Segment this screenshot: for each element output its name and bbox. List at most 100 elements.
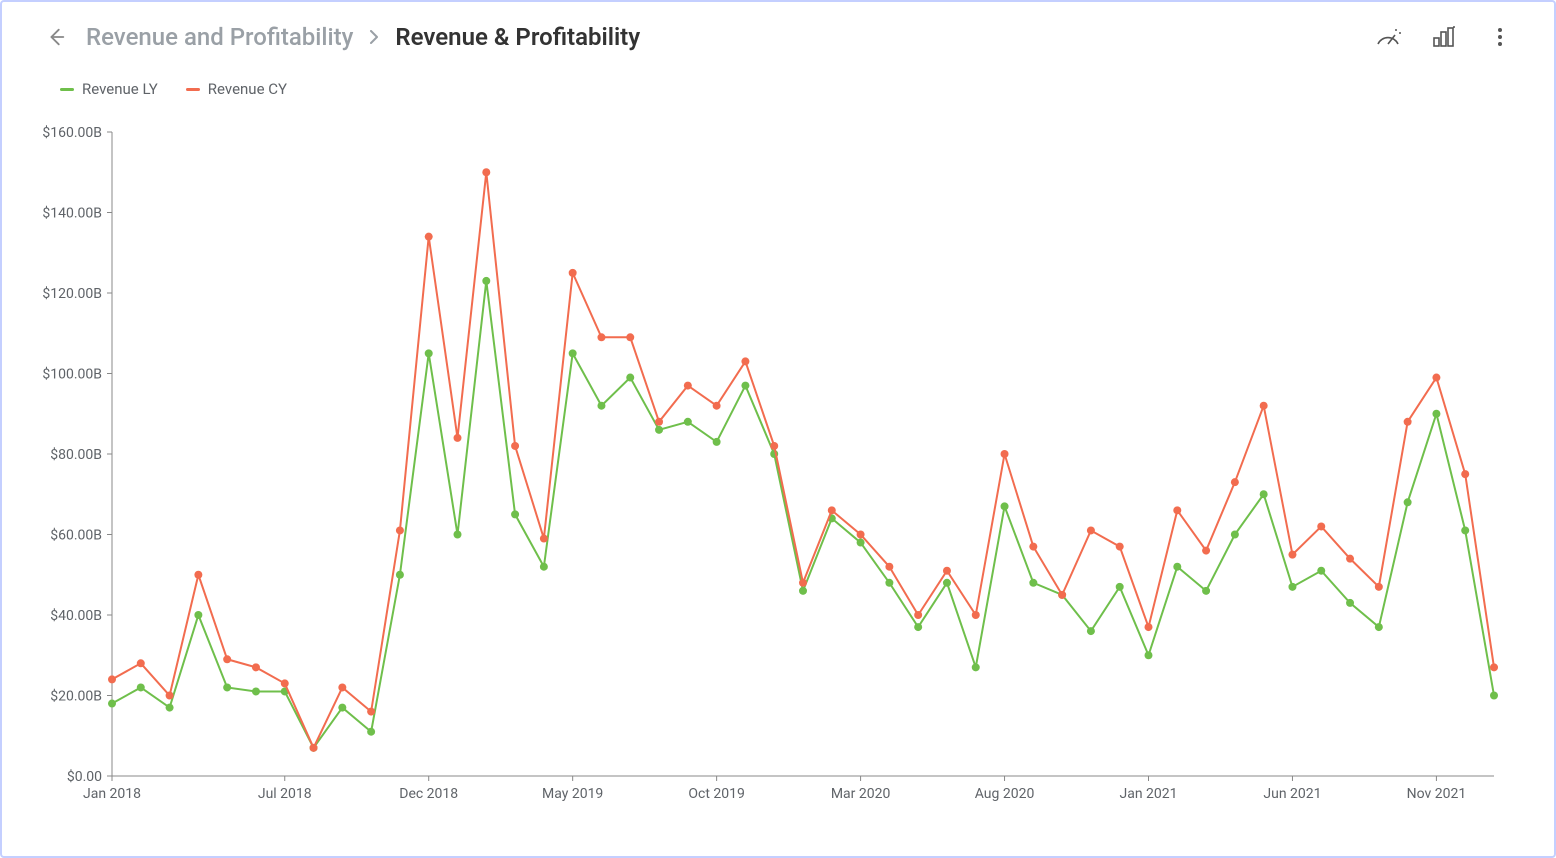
data-point[interactable] (367, 728, 375, 736)
data-point[interactable] (799, 587, 807, 595)
data-point[interactable] (1029, 579, 1037, 587)
data-point[interactable] (1001, 450, 1009, 458)
data-point[interactable] (1173, 563, 1181, 571)
data-point[interactable] (1202, 587, 1210, 595)
data-point[interactable] (569, 349, 577, 357)
data-point[interactable] (857, 539, 865, 547)
data-point[interactable] (684, 382, 692, 390)
data-point[interactable] (396, 571, 404, 579)
data-point[interactable] (914, 611, 922, 619)
data-point[interactable] (223, 655, 231, 663)
data-point[interactable] (194, 611, 202, 619)
data-point[interactable] (482, 168, 490, 176)
data-point[interactable] (108, 675, 116, 683)
data-point[interactable] (1087, 627, 1095, 635)
data-point[interactable] (1202, 547, 1210, 555)
data-point[interactable] (626, 333, 634, 341)
data-point[interactable] (713, 438, 721, 446)
data-point[interactable] (943, 567, 951, 575)
data-point[interactable] (857, 531, 865, 539)
back-button[interactable] (42, 23, 70, 51)
data-point[interactable] (425, 233, 433, 241)
data-point[interactable] (511, 442, 519, 450)
data-point[interactable] (1490, 692, 1498, 700)
data-point[interactable] (1375, 583, 1383, 591)
data-point[interactable] (511, 510, 519, 518)
data-point[interactable] (367, 708, 375, 716)
data-point[interactable] (597, 402, 605, 410)
data-point[interactable] (1346, 555, 1354, 563)
data-point[interactable] (310, 744, 318, 752)
data-point[interactable] (252, 687, 260, 695)
data-point[interactable] (540, 563, 548, 571)
data-point[interactable] (252, 663, 260, 671)
data-point[interactable] (1490, 663, 1498, 671)
data-point[interactable] (1116, 543, 1124, 551)
data-point[interactable] (741, 382, 749, 390)
explore-button[interactable] (1374, 23, 1402, 51)
data-point[interactable] (454, 434, 462, 442)
data-point[interactable] (799, 579, 807, 587)
data-point[interactable] (713, 402, 721, 410)
data-point[interactable] (1461, 526, 1469, 534)
breadcrumb-parent[interactable]: Revenue and Profitability (86, 23, 353, 51)
data-point[interactable] (1001, 502, 1009, 510)
data-point[interactable] (1087, 526, 1095, 534)
data-point[interactable] (569, 269, 577, 277)
legend-item-cy[interactable]: Revenue CY (186, 80, 287, 98)
data-point[interactable] (166, 704, 174, 712)
data-point[interactable] (1432, 374, 1440, 382)
data-point[interactable] (338, 704, 346, 712)
data-point[interactable] (338, 683, 346, 691)
data-point[interactable] (454, 531, 462, 539)
data-point[interactable] (626, 374, 634, 382)
data-point[interactable] (1317, 567, 1325, 575)
data-point[interactable] (1288, 551, 1296, 559)
data-point[interactable] (1260, 490, 1268, 498)
more-menu-button[interactable] (1486, 23, 1514, 51)
chart-type-button[interactable] (1430, 23, 1458, 51)
data-point[interactable] (1260, 402, 1268, 410)
data-point[interactable] (684, 418, 692, 426)
data-point[interactable] (972, 611, 980, 619)
data-point[interactable] (1461, 470, 1469, 478)
data-point[interactable] (914, 623, 922, 631)
data-point[interactable] (1404, 418, 1412, 426)
data-point[interactable] (1317, 522, 1325, 530)
data-point[interactable] (885, 563, 893, 571)
data-point[interactable] (655, 418, 663, 426)
data-point[interactable] (108, 700, 116, 708)
data-point[interactable] (1404, 498, 1412, 506)
data-point[interactable] (770, 442, 778, 450)
data-point[interactable] (1145, 623, 1153, 631)
data-point[interactable] (281, 679, 289, 687)
data-point[interactable] (396, 526, 404, 534)
data-point[interactable] (943, 579, 951, 587)
data-point[interactable] (425, 349, 433, 357)
data-point[interactable] (1346, 599, 1354, 607)
data-point[interactable] (1145, 651, 1153, 659)
data-point[interactable] (540, 535, 548, 543)
data-point[interactable] (597, 333, 605, 341)
data-point[interactable] (1231, 478, 1239, 486)
data-point[interactable] (166, 692, 174, 700)
data-point[interactable] (1058, 591, 1066, 599)
data-point[interactable] (223, 683, 231, 691)
data-point[interactable] (828, 506, 836, 514)
data-point[interactable] (1231, 531, 1239, 539)
data-point[interactable] (972, 663, 980, 671)
data-point[interactable] (1116, 583, 1124, 591)
data-point[interactable] (137, 683, 145, 691)
data-point[interactable] (1375, 623, 1383, 631)
data-point[interactable] (1029, 543, 1037, 551)
legend-item-ly[interactable]: Revenue LY (60, 80, 158, 98)
data-point[interactable] (1173, 506, 1181, 514)
data-point[interactable] (1432, 410, 1440, 418)
data-point[interactable] (137, 659, 145, 667)
data-point[interactable] (885, 579, 893, 587)
data-point[interactable] (1288, 583, 1296, 591)
data-point[interactable] (655, 426, 663, 434)
data-point[interactable] (482, 277, 490, 285)
data-point[interactable] (741, 357, 749, 365)
data-point[interactable] (194, 571, 202, 579)
